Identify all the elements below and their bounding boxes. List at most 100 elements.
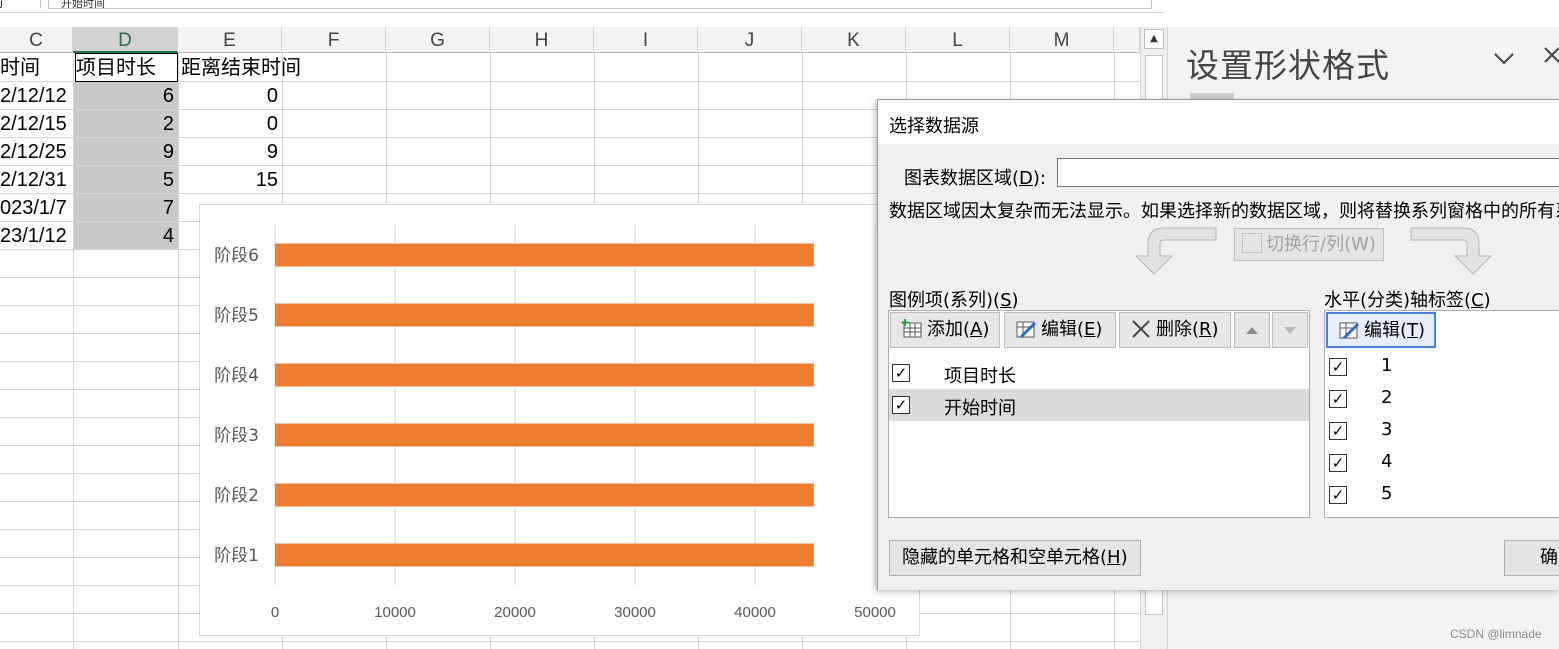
cell-e[interactable]: 0 [178, 81, 282, 109]
add-table-icon [901, 319, 922, 338]
axis-label-item[interactable]: ✓ 3 [1325, 415, 1555, 447]
column-header-i[interactable]: I [594, 27, 698, 53]
switch-row-column-button[interactable]: 切换行/列(W) [1234, 228, 1384, 261]
cell-e[interactable]: 15 [178, 165, 282, 193]
series-name: 开始时间 [944, 398, 1016, 419]
y-category-label: 阶段2 [214, 486, 259, 506]
axis-label-item[interactable]: ✓ 2 [1325, 383, 1555, 415]
legend-entries-label: 图例项(系列)(S) [889, 290, 1019, 311]
cell-d-header[interactable]: 项目时长 [75, 53, 178, 82]
bar [275, 303, 814, 327]
dialog-title-bar: 选择数据源 [878, 100, 1559, 144]
close-icon[interactable] [1543, 45, 1559, 70]
y-category-label: 阶段3 [214, 426, 259, 446]
column-header-g[interactable]: G [386, 27, 490, 53]
series-checkbox[interactable]: ✓ [892, 396, 910, 414]
x-tick-label: 50000 [854, 604, 896, 621]
cell-c[interactable]: 2/12/15 [0, 109, 73, 137]
cell-c[interactable]: 23/1/12 [0, 221, 73, 249]
axis-label-checkbox[interactable]: ✓ [1329, 422, 1347, 440]
add-series-button[interactable]: 添加(A) [890, 312, 1000, 348]
cell-d[interactable]: 6 [74, 81, 178, 109]
formula-bar: j 开始时间 [0, 0, 1165, 13]
cell-d[interactable]: 9 [74, 137, 178, 165]
cell-e-header[interactable]: 距离结束时间 [181, 53, 381, 81]
scroll-up-icon[interactable]: ▲ [1144, 29, 1164, 49]
delete-x-icon [1132, 320, 1150, 338]
chart-canvas: 0 10000 20000 30000 40000 50000 阶段1 阶段2 阶段3 阶段4 阶段… [214, 225, 896, 621]
axis-label-checkbox[interactable]: ✓ [1329, 454, 1347, 472]
axis-label-checkbox[interactable]: ✓ [1329, 486, 1347, 504]
cell-d[interactable]: 2 [74, 109, 178, 137]
ok-button[interactable]: 确 [1504, 540, 1559, 576]
bar-chart[interactable]: 0 10000 20000 30000 40000 50000 阶段1 阶段2 阶段3 阶段4 阶段… [199, 204, 920, 636]
range-message: 数据区域因太复杂而无法显示。如果选择新的数据区域，则将替换系列窗格中的所有系 [889, 201, 1559, 222]
axis-label-text: 4 [1381, 451, 1393, 472]
cell-e[interactable]: 0 [178, 109, 282, 137]
x-tick-label: 30000 [614, 604, 656, 621]
delete-series-button[interactable]: 删除(R) [1119, 312, 1231, 348]
y-category-label: 阶段1 [214, 546, 259, 566]
edit-axis-labels-button[interactable]: 编辑(T) [1326, 312, 1436, 348]
cell-d[interactable]: 4 [74, 221, 178, 249]
swap-left-arrow-icon [1134, 227, 1217, 275]
x-tick-label: 20000 [494, 604, 536, 621]
series-item[interactable]: ✓ 项目时长 [889, 357, 1309, 389]
cell-d[interactable]: 7 [74, 193, 178, 221]
column-header-j[interactable]: J [698, 27, 802, 53]
cell-e[interactable]: 9 [178, 137, 282, 165]
y-category-label: 阶段6 [214, 246, 259, 266]
column-header-h[interactable]: H [490, 27, 594, 53]
column-header-d[interactable]: D [73, 27, 178, 53]
cell-c-header[interactable]: 时间 [0, 53, 73, 81]
pane-title: 设置形状格式 [1186, 46, 1390, 85]
triangle-up-icon [1246, 327, 1258, 334]
cell-c[interactable]: 023/1/7 [0, 193, 73, 221]
edit-table-icon [1339, 322, 1360, 340]
x-tick-label: 0 [271, 604, 279, 621]
y-category-label: 阶段4 [214, 366, 259, 386]
column-header-k[interactable]: K [802, 27, 906, 53]
bar [275, 543, 814, 567]
watermark: CSDN @limnade [1450, 627, 1542, 641]
move-up-button[interactable] [1234, 312, 1270, 348]
series-checkbox[interactable]: ✓ [892, 364, 910, 382]
bar [275, 423, 814, 447]
cell-c[interactable]: 2/12/25 [0, 137, 73, 165]
column-header-n[interactable] [1114, 27, 1140, 53]
x-tick-label: 10000 [374, 604, 416, 621]
cell-d[interactable]: 5 [74, 165, 178, 193]
series-item-selected[interactable]: ✓ 开始时间 [889, 389, 1309, 421]
series-name: 项目时长 [944, 366, 1016, 387]
axis-label-checkbox[interactable]: ✓ [1329, 390, 1347, 408]
axis-label-item[interactable]: ✓ 5 [1325, 479, 1555, 511]
axis-label-item[interactable]: ✓ 4 [1325, 447, 1555, 479]
y-category-label: 阶段5 [214, 306, 259, 326]
hidden-empty-cells-button[interactable]: 隐藏的单元格和空单元格(H) [889, 540, 1141, 576]
axis-labels-label: 水平(分类)轴标签(C) [1324, 290, 1491, 311]
column-header-m[interactable]: M [1010, 27, 1114, 53]
name-box[interactable]: j [0, 0, 41, 9]
bar [275, 483, 814, 507]
bar [275, 363, 814, 387]
axis-label-text: 2 [1381, 387, 1393, 408]
bar [275, 243, 814, 267]
cell-c[interactable]: 2/12/12 [0, 81, 73, 109]
axis-label-checkbox[interactable]: ✓ [1329, 358, 1347, 376]
swap-right-arrow-icon [1410, 227, 1493, 275]
axis-label-text: 3 [1381, 419, 1393, 440]
x-tick-label: 40000 [734, 604, 776, 621]
axis-label-item[interactable]: ✓ 1 [1325, 351, 1555, 383]
column-header-e[interactable]: E [178, 27, 282, 53]
cell-c[interactable]: 2/12/31 [0, 165, 73, 193]
chevron-down-icon[interactable] [1493, 47, 1515, 72]
column-header-l[interactable]: L [906, 27, 1010, 53]
column-header-f[interactable]: F [282, 27, 386, 53]
edit-series-button[interactable]: 编辑(E) [1004, 312, 1116, 348]
triangle-down-icon [1284, 327, 1296, 334]
chart-data-range-input[interactable] [1057, 158, 1559, 187]
column-header-c[interactable]: C [0, 27, 73, 53]
formula-input[interactable]: 开始时间 [48, 0, 1152, 9]
move-down-button[interactable] [1272, 312, 1308, 348]
dialog-title: 选择数据源 [889, 116, 979, 137]
